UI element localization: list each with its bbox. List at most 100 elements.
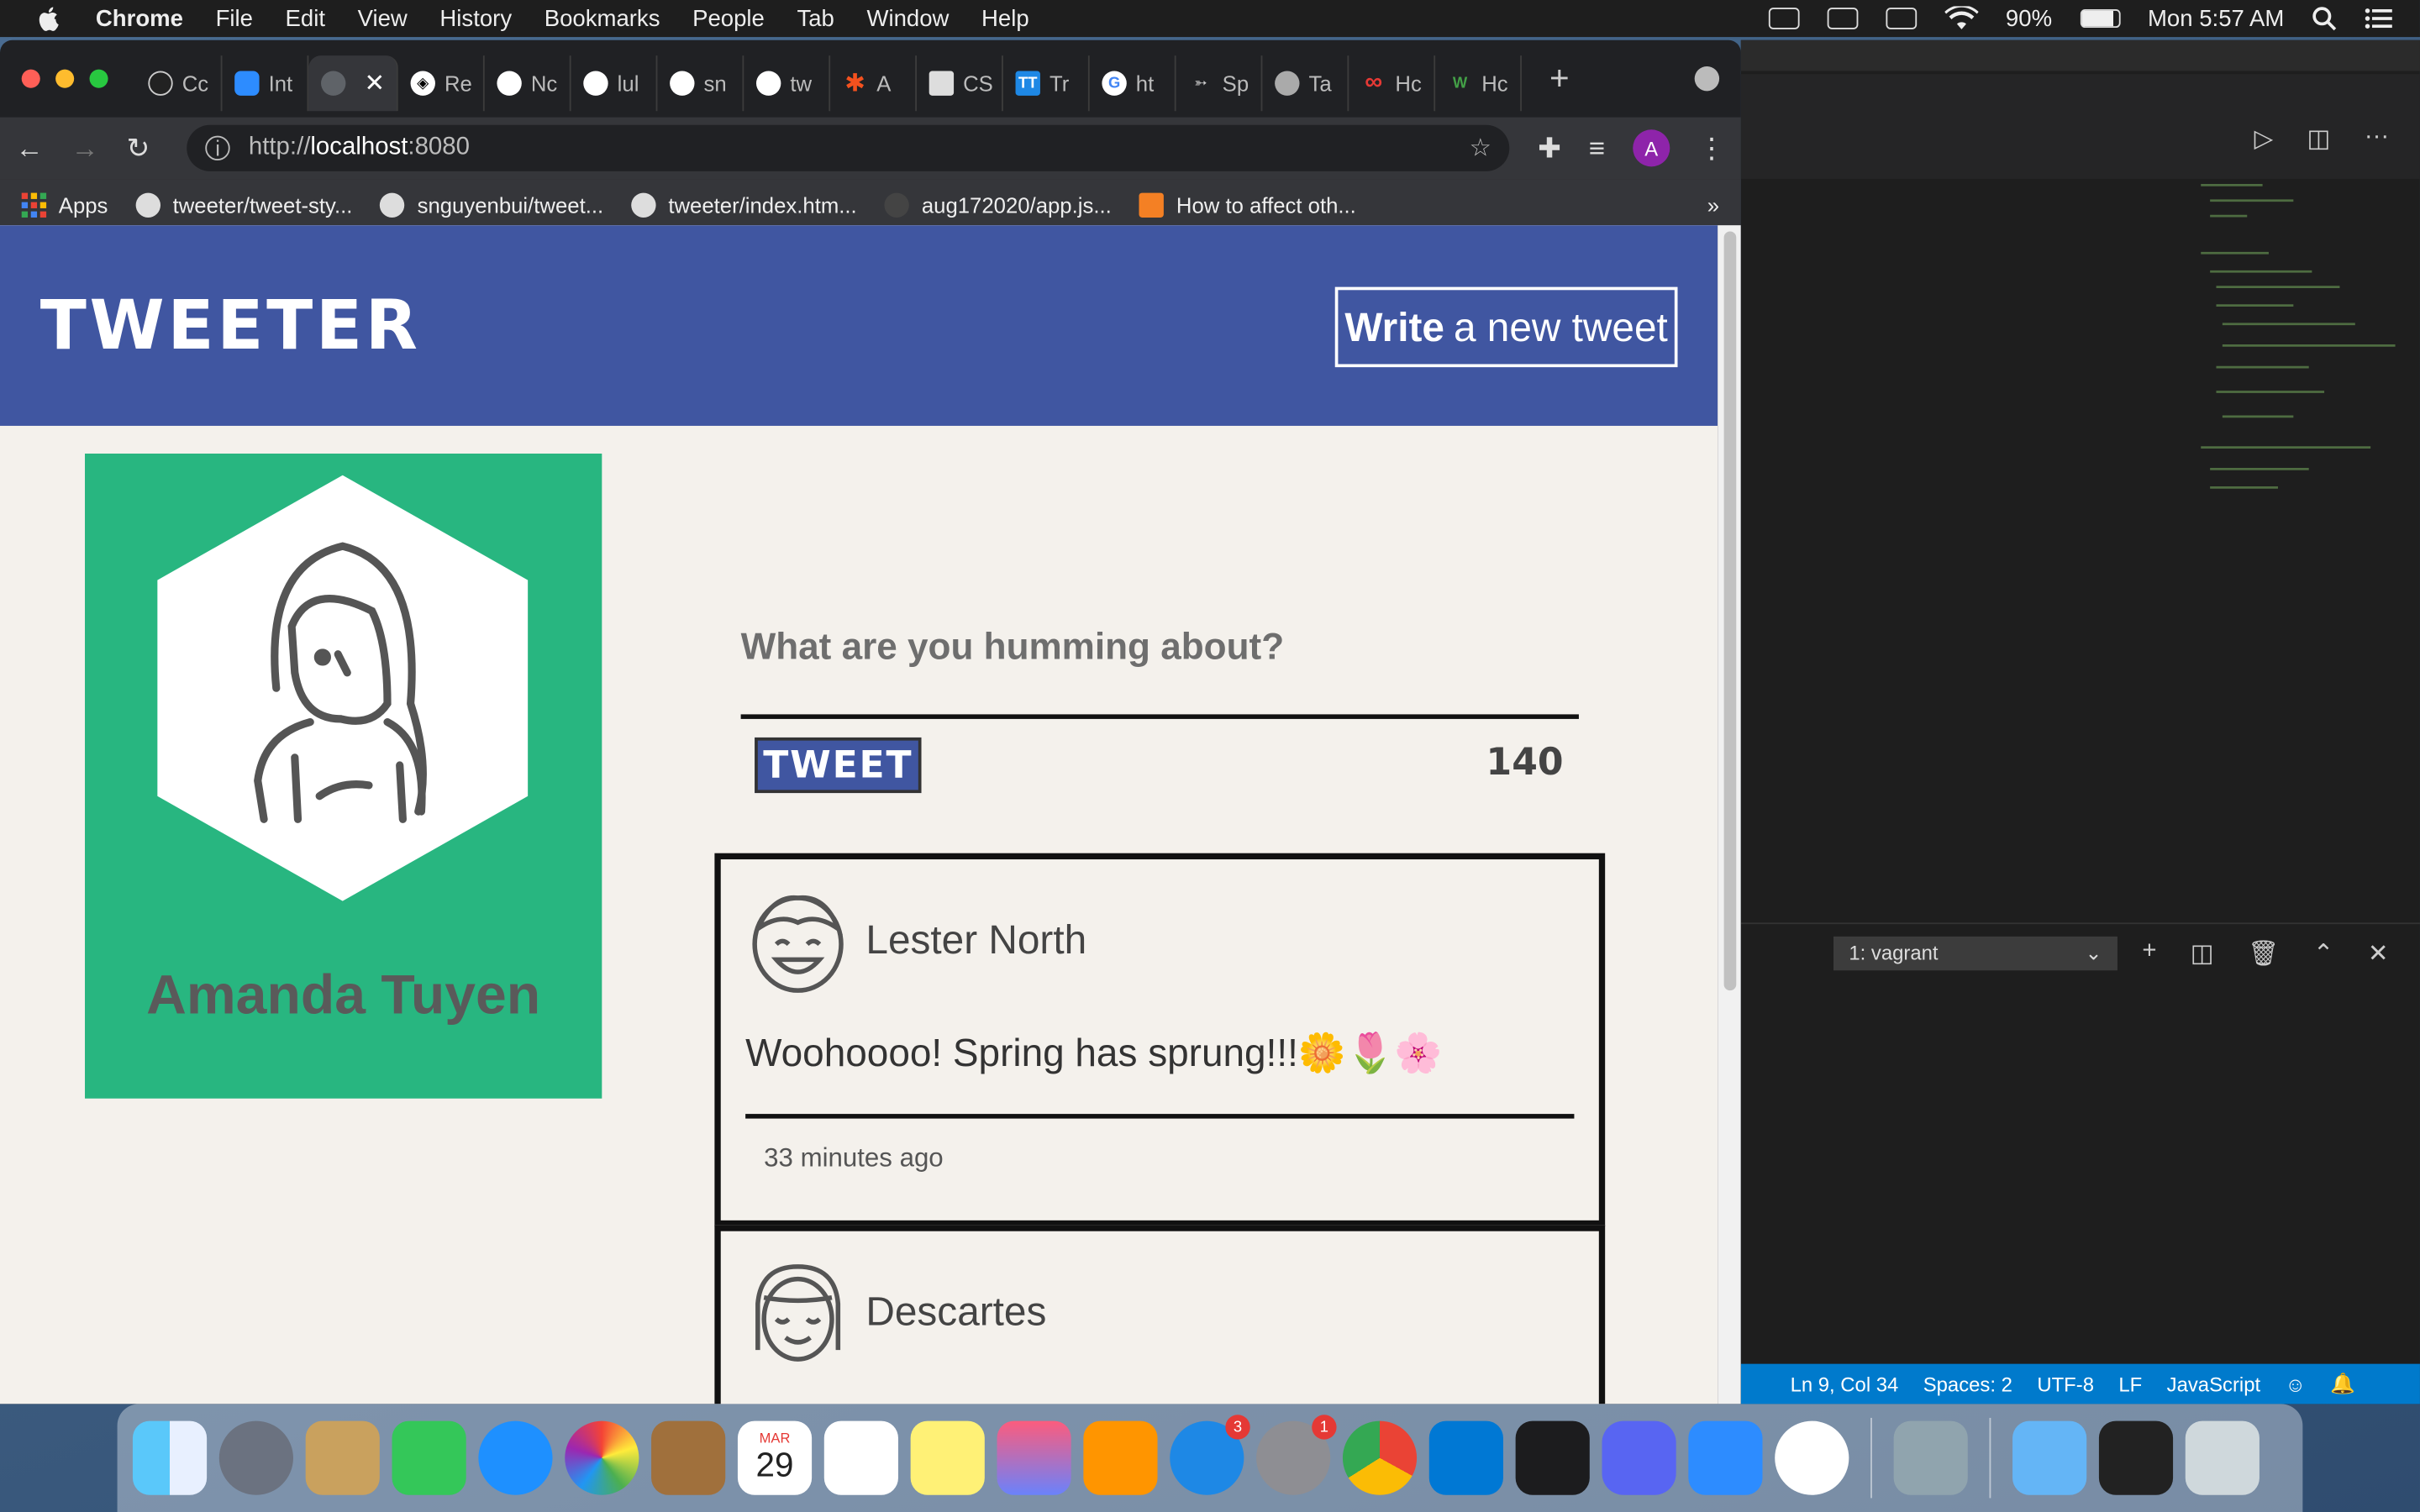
status-eol[interactable]: LF — [2118, 1373, 2142, 1396]
menu-tab[interactable]: Tab — [797, 5, 834, 31]
trash-icon[interactable] — [2185, 1420, 2260, 1495]
tab-active[interactable]: ✕ — [308, 55, 398, 112]
zoom-window-button[interactable] — [89, 69, 108, 88]
camera-icon[interactable] — [1768, 8, 1799, 29]
more-bookmarks-button[interactable]: » — [1707, 192, 1719, 217]
tweet-button[interactable]: TWEET — [755, 737, 922, 794]
menu-edit[interactable]: Edit — [286, 5, 325, 31]
close-panel-icon[interactable]: ✕ — [2368, 937, 2389, 969]
status-indentation[interactable]: Spaces: 2 — [1923, 1373, 2012, 1396]
bookmark-item[interactable]: aug172020/app.js... — [884, 192, 1112, 218]
tab[interactable]: TT Tr — [1003, 55, 1090, 112]
vscode-icon[interactable] — [1428, 1420, 1503, 1495]
menu-file[interactable]: File — [216, 5, 253, 31]
bookmark-item[interactable]: How to affect oth... — [1139, 192, 1356, 218]
minimize-window-button[interactable] — [55, 69, 75, 88]
chrome-icon[interactable] — [1342, 1420, 1418, 1495]
tab-search-icon[interactable] — [1694, 66, 1720, 92]
wifi-icon[interactable] — [1944, 6, 1978, 30]
tab[interactable]: Ta — [1262, 55, 1349, 112]
launchpad-icon[interactable] — [218, 1420, 293, 1495]
scrollbar-thumb[interactable] — [1723, 231, 1737, 991]
bookmark-apps[interactable]: Apps — [21, 192, 108, 218]
menu-view[interactable]: View — [358, 5, 408, 31]
messages-icon[interactable] — [478, 1420, 553, 1495]
split-terminal-icon[interactable]: ◫ — [2191, 937, 2214, 969]
address-bar[interactable]: i http://localhost:8080 ☆ — [187, 124, 1511, 171]
trash-icon[interactable]: 🗑 — [2248, 937, 2279, 969]
profile-avatar[interactable]: A — [1633, 129, 1670, 167]
write-new-tweet-button[interactable]: Write a new tweet — [1334, 286, 1678, 368]
bookmark-star-icon[interactable]: ☆ — [1470, 133, 1491, 164]
tab[interactable]: tw — [744, 55, 831, 112]
zoom-icon[interactable] — [1688, 1420, 1763, 1495]
tab[interactable]: ➳ Sp — [1176, 55, 1263, 112]
pages-icon[interactable] — [1083, 1420, 1158, 1495]
tab[interactable]: Ght — [1090, 55, 1176, 112]
tab[interactable]: ◈ Re — [398, 55, 485, 112]
site-brand[interactable]: TWEETER — [40, 287, 421, 366]
chrome-menu-icon[interactable]: ⋮ — [1697, 132, 1725, 165]
maximize-panel-icon[interactable]: ⌃ — [2313, 937, 2334, 969]
tab[interactable]: CS — [917, 55, 1003, 112]
battery-icon[interactable] — [2080, 9, 2120, 29]
folder-icon[interactable] — [2012, 1420, 2087, 1495]
tweet-textarea[interactable]: What are you humming about? — [740, 611, 1579, 719]
photos-icon[interactable] — [565, 1420, 639, 1495]
more-actions-icon[interactable]: ··· — [2365, 123, 2389, 155]
tab[interactable]: W Hc — [1435, 55, 1522, 112]
new-terminal-icon[interactable]: + — [2142, 937, 2156, 969]
editor-minimap[interactable] — [2201, 176, 2398, 500]
menu-app-name[interactable]: Chrome — [96, 5, 183, 31]
forward-icon[interactable]: → — [71, 132, 98, 165]
terminal-select[interactable]: 1: vagrant ⌄ — [1833, 935, 2118, 970]
close-window-button[interactable] — [21, 69, 40, 88]
spotlight-search-icon[interactable] — [2312, 6, 2337, 31]
notification-center-icon[interactable] — [2365, 8, 2392, 29]
contacts-icon[interactable] — [651, 1420, 726, 1495]
feedback-icon[interactable]: ☺ — [2286, 1373, 2306, 1396]
window-thumbnail-icon[interactable] — [2098, 1420, 2174, 1495]
airplay-icon[interactable] — [1826, 8, 1858, 29]
reminders-icon[interactable] — [823, 1420, 898, 1495]
new-tab-button[interactable]: + — [1549, 59, 1570, 99]
info-icon[interactable]: i — [205, 135, 230, 161]
apple-icon[interactable] — [34, 5, 65, 33]
menu-bookmarks[interactable]: Bookmarks — [544, 5, 660, 31]
menu-people[interactable]: People — [692, 5, 765, 31]
music-icon[interactable] — [997, 1420, 1071, 1495]
notes-icon[interactable] — [910, 1420, 985, 1495]
tab[interactable]: ∞ Hc — [1349, 55, 1436, 112]
bell-icon[interactable]: 🔔 — [2330, 1372, 2355, 1396]
tab[interactable]: Nc — [485, 55, 571, 112]
split-editor-icon[interactable]: ◫ — [2307, 123, 2331, 155]
system-preferences-icon[interactable]: 1 — [1256, 1415, 1337, 1495]
preview-icon[interactable] — [1893, 1420, 1968, 1495]
slack-icon[interactable] — [1775, 1420, 1849, 1495]
tab[interactable]: sn — [657, 55, 744, 112]
page-scrollbar[interactable] — [1718, 225, 1741, 1404]
menu-history[interactable]: History — [439, 5, 512, 31]
status-language[interactable]: JavaScript — [2167, 1373, 2260, 1396]
terminal-icon[interactable] — [1515, 1420, 1590, 1495]
media-controls-icon[interactable]: ≡ — [1589, 132, 1605, 165]
close-tab-icon[interactable]: ✕ — [364, 68, 385, 99]
discord-icon[interactable] — [1602, 1420, 1676, 1495]
run-icon[interactable]: ▷ — [2254, 123, 2274, 155]
tab[interactable]: Cc — [136, 55, 223, 112]
tab[interactable]: Int — [222, 55, 309, 112]
mail-stamp-icon[interactable] — [305, 1420, 380, 1495]
reload-icon[interactable]: ↻ — [127, 132, 150, 165]
bookmark-item[interactable]: tweeter/tweet-sty... — [135, 192, 352, 218]
menu-window[interactable]: Window — [866, 5, 949, 31]
facetime-icon[interactable] — [392, 1420, 466, 1495]
tab[interactable]: lul — [571, 55, 658, 112]
finder-icon[interactable] — [132, 1420, 208, 1495]
status-encoding[interactable]: UTF-8 — [2037, 1373, 2094, 1396]
control-strip-icon[interactable] — [1885, 8, 1917, 29]
bookmark-item[interactable]: tweeter/index.htm... — [631, 192, 857, 218]
bookmark-item[interactable]: snguyenbui/tweet... — [380, 192, 603, 218]
menubar-clock[interactable]: Mon 5:57 AM — [2148, 5, 2284, 31]
tab[interactable]: ✱ A — [830, 55, 917, 112]
extensions-icon[interactable]: ✚ — [1538, 132, 1561, 165]
